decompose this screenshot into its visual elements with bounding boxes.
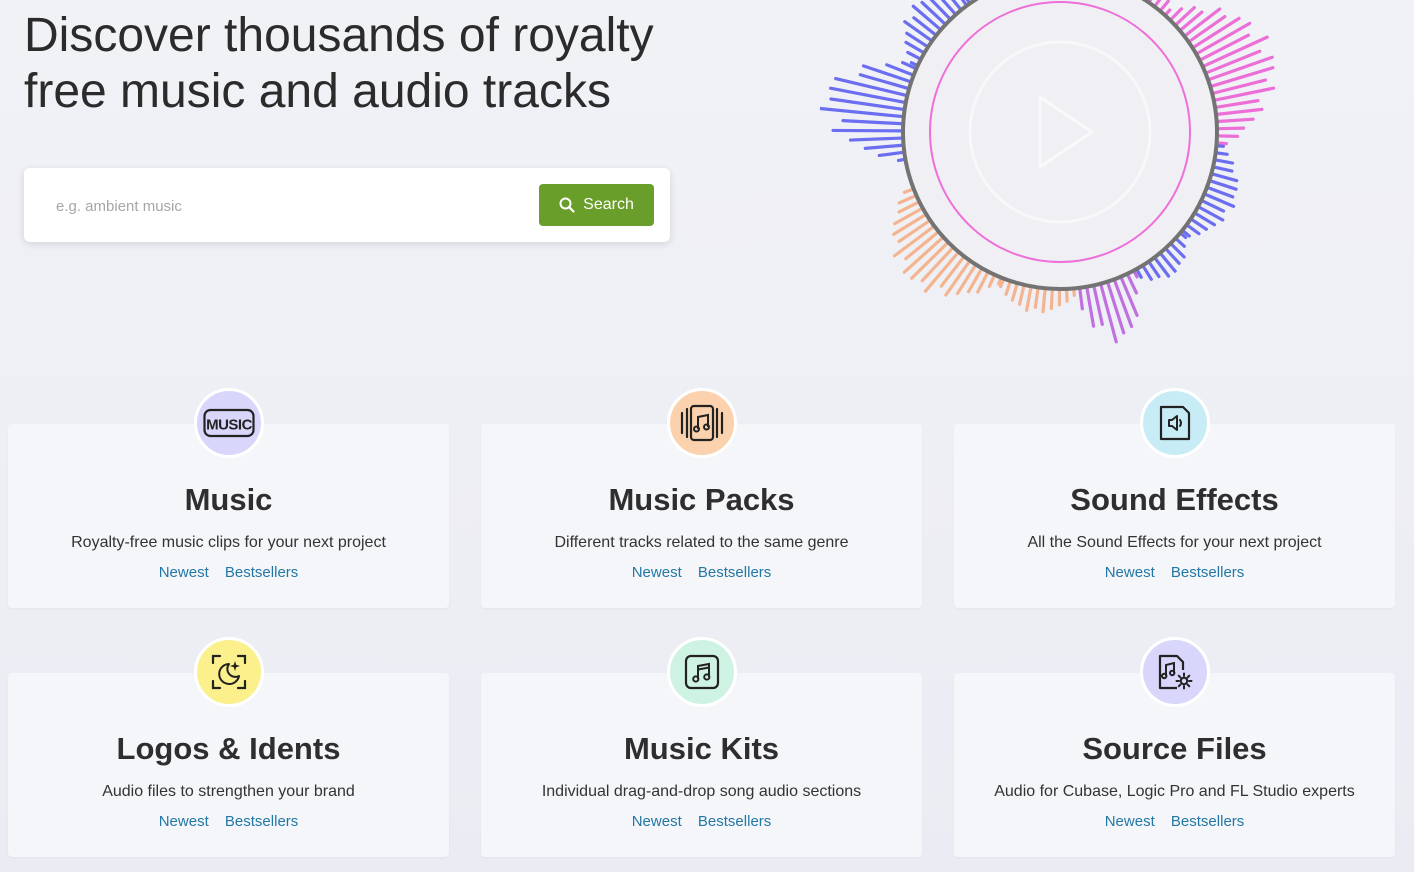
wave-bar: [820, 106, 905, 119]
search-input[interactable]: [42, 184, 538, 228]
wave-bar: [841, 119, 904, 126]
wave-bar: [1010, 282, 1019, 302]
wave-bar: [1085, 286, 1096, 328]
wave-bar: [897, 219, 931, 243]
newest-link[interactable]: Newest: [632, 564, 682, 581]
wave-bar: [1215, 151, 1229, 156]
music-text-icon: MUSIC: [193, 388, 264, 458]
wave-bar: [892, 213, 928, 236]
bestsellers-link[interactable]: Bestsellers: [225, 564, 298, 581]
wave-bar: [955, 263, 977, 296]
wave-bar: [834, 76, 908, 97]
wave-bar: [1216, 117, 1255, 124]
sparkle-moon-icon: [193, 637, 264, 707]
wave-bar: [1179, 10, 1204, 32]
wave-bar: [1212, 165, 1234, 173]
card-description: Individual drag-and-drop song audio sect…: [541, 783, 862, 800]
music-pack-icon: [666, 388, 737, 458]
wave-bar: [1025, 285, 1033, 312]
music-note-box-icon: [666, 637, 737, 707]
category-card-music-kits[interactable]: Music Kits Individual drag-and-drop song…: [481, 637, 922, 857]
bestsellers-link[interactable]: Bestsellers: [1171, 564, 1244, 581]
wave-bar: [1208, 179, 1238, 191]
wave-bar: [1078, 287, 1084, 311]
card-title: Music Kits: [623, 731, 780, 766]
card-title: Source Files: [1082, 731, 1267, 766]
card-description: Different tracks related to the same gen…: [554, 534, 849, 551]
bestsellers-link[interactable]: Bestsellers: [225, 813, 298, 830]
wave-bar: [1190, 217, 1208, 231]
newest-link[interactable]: Newest: [159, 564, 209, 581]
search-button-label: Search: [583, 196, 634, 213]
wave-bar: [903, 20, 933, 43]
wave-bar: [897, 194, 918, 205]
bestsellers-link[interactable]: Bestsellers: [1171, 813, 1244, 830]
wave-bar: [1169, 7, 1184, 22]
category-card-source-files[interactable]: Source Files Audio for Cubase, Logic Pro…: [954, 637, 1395, 857]
wave-bar: [1099, 283, 1118, 344]
newest-link[interactable]: Newest: [1105, 813, 1155, 830]
wave-bar: [906, 50, 922, 61]
category-card-sound-effects[interactable]: Sound Effects All the Sound Effects for …: [954, 388, 1395, 608]
wave-bar: [1213, 158, 1235, 165]
category-card-music-packs[interactable]: Music Packs Different tracks related to …: [481, 388, 922, 608]
newest-link[interactable]: Newest: [632, 813, 682, 830]
wave-bar: [1215, 107, 1264, 116]
card-title: Sound Effects: [1070, 482, 1279, 517]
hero-title-line1: Discover thousands of royalty: [24, 9, 654, 62]
card-description: Audio for Cubase, Logic Pro and FL Studi…: [994, 783, 1355, 800]
wave-bar: [1216, 126, 1246, 131]
wave-bar: [1210, 172, 1239, 183]
wave-bar: [987, 274, 996, 288]
category-card-music[interactable]: MUSIC Music Royalty-free music clips for…: [8, 388, 449, 608]
bestsellers-link[interactable]: Bestsellers: [698, 813, 771, 830]
wave-bar: [1017, 284, 1026, 306]
audio-wave-play-graphic: [820, 0, 1276, 344]
search-bar: Search: [24, 168, 670, 242]
wave-bar: [902, 187, 915, 194]
card-title: Logos & Idents: [116, 731, 341, 766]
wave-bar: [1126, 273, 1139, 295]
wave-bar: [1141, 264, 1153, 281]
category-card-logos-idents[interactable]: Logos & Idents Audio files to strengthen…: [8, 637, 449, 857]
wave-bar: [1216, 141, 1228, 146]
card-description: Audio files to strengthen your brand: [102, 783, 355, 800]
svg-text:MUSIC: MUSIC: [206, 417, 253, 434]
wave-bar: [1004, 280, 1012, 296]
speaker-file-icon: [1139, 388, 1210, 458]
wave-bar: [1174, 237, 1186, 248]
bestsellers-link[interactable]: Bestsellers: [698, 564, 771, 581]
card-title: Music Packs: [608, 482, 795, 517]
wave-bar: [1159, 0, 1170, 12]
hero-title: Discover thousands of royalty free music…: [24, 8, 704, 120]
card-title: Music: [184, 482, 273, 517]
wave-bar: [863, 143, 905, 150]
hero-title-line2: free music and audio tracks: [24, 65, 611, 118]
wave-bar: [1214, 99, 1260, 109]
wave-bar: [877, 150, 905, 158]
wave-bar: [951, 0, 963, 11]
search-button[interactable]: Search: [539, 184, 654, 226]
wave-bar: [1119, 276, 1139, 317]
wave-bar: [1147, 260, 1161, 279]
wave-bar: [848, 136, 904, 142]
wave-bar: [1049, 288, 1054, 310]
card-description: Royalty-free music clips for your next p…: [71, 534, 386, 551]
wave-bar: [1033, 286, 1040, 309]
wave-bar: [1092, 284, 1104, 326]
wave-bar: [1041, 287, 1047, 314]
wave-bar: [960, 0, 968, 7]
newest-link[interactable]: Newest: [1105, 564, 1155, 581]
wave-bar: [1112, 278, 1134, 329]
newest-link[interactable]: Newest: [159, 813, 209, 830]
music-file-gear-icon: [1139, 637, 1210, 707]
wave-bar: [920, 0, 947, 26]
search-icon: [559, 197, 575, 213]
wave-bar: [1185, 223, 1201, 236]
card-description: All the Sound Effects for your next proj…: [1027, 534, 1322, 551]
